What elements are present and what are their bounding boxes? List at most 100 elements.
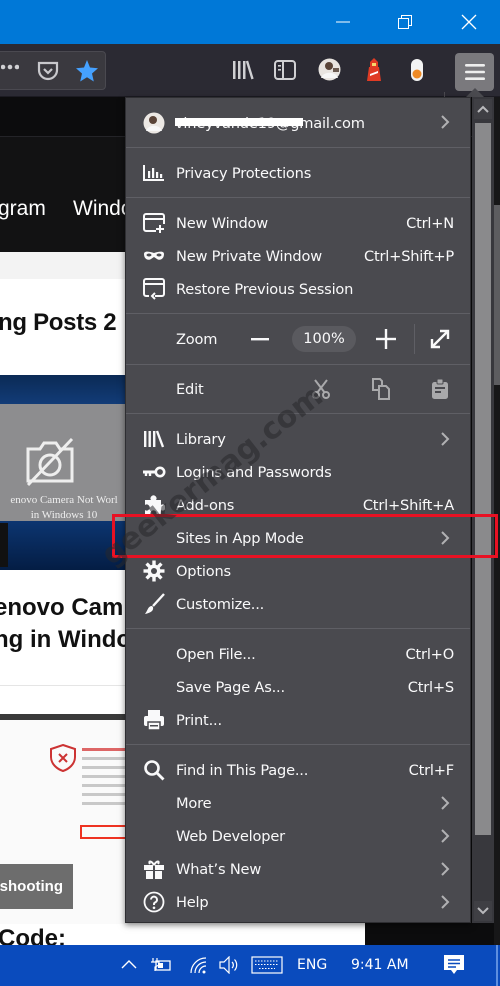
chevron-down-icon xyxy=(477,907,489,915)
menu-zoom-row: Zoom 100% xyxy=(126,320,470,358)
page-actions-icon[interactable] xyxy=(1,64,19,70)
show-desktop-button[interactable] xyxy=(496,945,498,986)
menu-item-whats-new[interactable]: What’s New xyxy=(126,853,470,886)
copy-button[interactable] xyxy=(370,378,392,400)
zoom-label: Zoom xyxy=(176,330,218,348)
help-question-icon xyxy=(142,890,166,914)
nav-link[interactable]: Windo xyxy=(73,197,133,221)
search-icon xyxy=(142,758,166,782)
input-language[interactable]: ENG xyxy=(297,957,327,973)
system-clock[interactable]: 9:41 AM xyxy=(351,957,409,973)
menu-separator xyxy=(126,628,470,629)
open-menu-button[interactable] xyxy=(455,53,494,91)
pocket-icon[interactable] xyxy=(37,61,59,81)
chevron-right-icon xyxy=(441,829,450,843)
chevron-right-icon xyxy=(441,796,450,810)
paintbrush-icon xyxy=(142,592,166,616)
menu-item-restore-session[interactable]: Restore Previous Session xyxy=(126,273,470,306)
notification-icon xyxy=(444,955,464,974)
fullscreen-button[interactable] xyxy=(428,328,452,350)
gift-icon xyxy=(142,857,166,881)
menu-scrollbar[interactable] xyxy=(472,97,494,923)
menu-separator xyxy=(126,744,470,745)
sidebar-icon[interactable] xyxy=(274,60,296,80)
close-button[interactable] xyxy=(446,0,492,44)
chevron-right-icon xyxy=(441,531,450,545)
zoom-divider xyxy=(414,324,415,354)
menu-separator xyxy=(126,364,470,365)
windows-taskbar: ENG 9:41 AM xyxy=(0,945,500,986)
zoom-out-button[interactable] xyxy=(248,328,272,350)
scissors-icon xyxy=(312,379,330,399)
menu-item-privacy-protections[interactable]: Privacy Protections xyxy=(126,157,470,190)
chevron-right-icon xyxy=(441,432,450,446)
copy-icon xyxy=(372,378,390,400)
touch-keyboard-icon[interactable] xyxy=(251,956,283,974)
printer-icon xyxy=(142,708,166,732)
section-heading: ng Posts 2 xyxy=(0,309,117,336)
zoom-in-button[interactable] xyxy=(374,328,398,350)
page-scrollbar[interactable] xyxy=(494,97,500,945)
app-menu-panel: vineyvande19@gmail.com Privacy Protectio… xyxy=(125,97,471,923)
menu-separator xyxy=(126,313,470,314)
action-center-button[interactable] xyxy=(443,954,465,976)
section-bar xyxy=(0,252,130,279)
menu-item-logins-passwords[interactable]: Logins and Passwords xyxy=(126,456,470,489)
nav-link[interactable]: gram xyxy=(0,197,46,221)
window-title-bar xyxy=(0,0,500,44)
account-avatar-icon[interactable] xyxy=(318,58,341,81)
cut-button[interactable] xyxy=(310,378,332,400)
key-icon xyxy=(142,460,166,484)
article-title[interactable]: enovo Cam ng in Windo xyxy=(0,592,131,656)
lighthouse-extension-icon[interactable] xyxy=(365,57,383,82)
restore-button[interactable] xyxy=(382,0,428,44)
menu-item-account[interactable]: vineyvande19@gmail.com xyxy=(126,106,470,140)
edit-label: Edit xyxy=(176,380,204,398)
menu-item-print[interactable]: Print... xyxy=(126,704,470,737)
battery-icon[interactable] xyxy=(150,957,172,973)
wifi-icon[interactable] xyxy=(189,956,207,974)
menu-item-web-developer[interactable]: Web Developer xyxy=(126,820,470,853)
dashboard-chart-icon xyxy=(142,161,166,185)
plus-icon xyxy=(376,329,396,349)
menu-arrow xyxy=(466,88,484,97)
bookmark-star-icon[interactable] xyxy=(75,59,99,83)
category-button[interactable]: shooting xyxy=(0,864,73,909)
scroll-down-button[interactable] xyxy=(474,901,492,921)
menu-item-new-private-window[interactable]: New Private Window Ctrl+Shift+P xyxy=(126,240,470,273)
menu-scrollbar-thumb[interactable] xyxy=(475,123,491,835)
article-thumbnail[interactable]: enovo Camera Not Worl in Windows 10 xyxy=(0,375,130,570)
fullscreen-icon xyxy=(430,329,450,349)
new-window-icon xyxy=(142,211,166,235)
library-icon[interactable] xyxy=(232,60,254,80)
menu-item-options[interactable]: Options xyxy=(126,555,470,588)
restore-session-icon xyxy=(142,277,166,301)
scroll-up-button[interactable] xyxy=(474,99,492,119)
paste-button[interactable] xyxy=(429,378,451,400)
zoom-reset-button[interactable]: 100% xyxy=(292,326,356,352)
hamburger-menu-icon xyxy=(464,64,485,80)
minimize-button[interactable] xyxy=(320,0,366,44)
menu-item-open-file[interactable]: Open File... Ctrl+O xyxy=(126,638,470,671)
menu-item-help[interactable]: Help xyxy=(126,886,470,919)
url-bar[interactable] xyxy=(0,51,106,90)
navigation-toolbar xyxy=(0,44,500,138)
menu-item-save-page-as[interactable]: Save Page As... Ctrl+S xyxy=(126,671,470,704)
menu-item-library[interactable]: Library xyxy=(126,423,470,456)
chevron-right-icon xyxy=(441,115,450,129)
volume-icon[interactable] xyxy=(219,956,239,974)
menu-item-sites-in-app-mode[interactable]: Sites in App Mode xyxy=(126,522,470,555)
chevron-right-icon xyxy=(441,895,450,909)
show-hidden-icons-button[interactable] xyxy=(121,959,137,969)
toggle-extension-icon[interactable] xyxy=(410,58,424,82)
menu-item-customize[interactable]: Customize... xyxy=(126,588,470,621)
camera-off-icon xyxy=(26,437,74,487)
menu-item-new-window[interactable]: New Window Ctrl+N xyxy=(126,207,470,240)
menu-item-add-ons[interactable]: Add-ons Ctrl+Shift+A xyxy=(126,489,470,522)
chevron-right-icon xyxy=(441,862,450,876)
minus-icon xyxy=(251,337,269,340)
menu-edit-row: Edit xyxy=(126,372,470,406)
thumbnail-caption: enovo Camera Not Worl in Windows 10 xyxy=(10,494,118,521)
menu-item-find-in-page[interactable]: Find in This Page... Ctrl+F xyxy=(126,754,470,787)
menu-item-more[interactable]: More xyxy=(126,787,470,820)
